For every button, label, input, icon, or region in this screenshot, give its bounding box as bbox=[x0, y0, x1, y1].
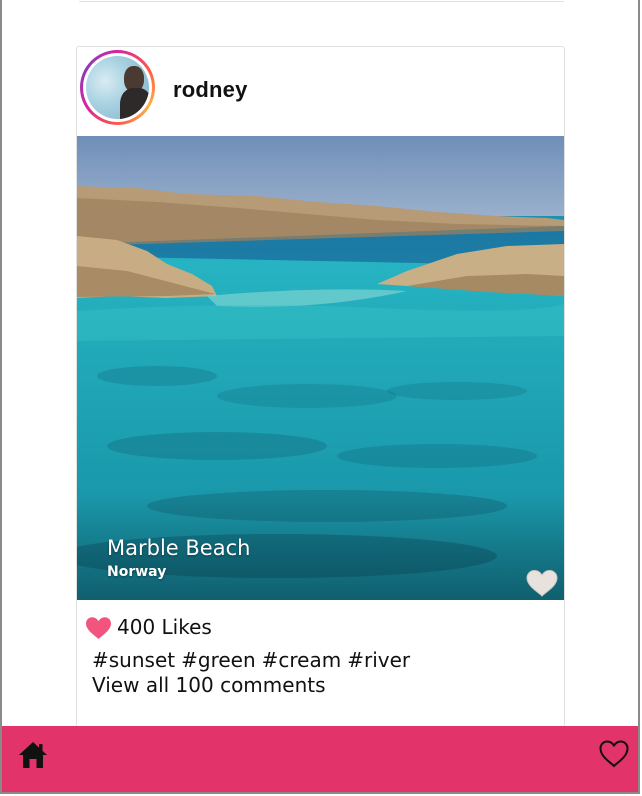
post-header: rodney bbox=[77, 47, 564, 136]
photo-location: Norway bbox=[107, 564, 167, 580]
heart-outline-icon[interactable] bbox=[598, 739, 630, 769]
avatar-shoulder-shape bbox=[120, 88, 149, 119]
heart-icon[interactable] bbox=[85, 616, 112, 640]
home-icon[interactable] bbox=[17, 740, 49, 770]
post-card: rodney Marble Beach Norway 400 Likes #su… bbox=[76, 46, 565, 736]
bottom-nav-bar bbox=[2, 726, 638, 792]
hashtag[interactable]: #green bbox=[181, 648, 256, 672]
likes-count: 400 Likes bbox=[117, 615, 212, 639]
hashtags: #sunset #green #cream #river bbox=[92, 648, 416, 672]
previous-post-card-edge bbox=[79, 0, 564, 2]
post-photo[interactable]: Marble Beach Norway bbox=[77, 136, 564, 600]
beach-photo-image bbox=[77, 136, 564, 600]
profile-photo bbox=[86, 56, 149, 119]
view-comments-link[interactable]: View all 100 comments bbox=[92, 673, 326, 697]
hashtag[interactable]: #river bbox=[347, 648, 410, 672]
photo-title: Marble Beach bbox=[107, 536, 251, 560]
avatar[interactable] bbox=[80, 50, 155, 125]
heart-icon[interactable] bbox=[525, 569, 559, 597]
avatar-ring-gap bbox=[83, 53, 152, 122]
hashtag[interactable]: #cream bbox=[262, 648, 342, 672]
post-username[interactable]: rodney bbox=[173, 77, 248, 103]
hashtag[interactable]: #sunset bbox=[92, 648, 175, 672]
